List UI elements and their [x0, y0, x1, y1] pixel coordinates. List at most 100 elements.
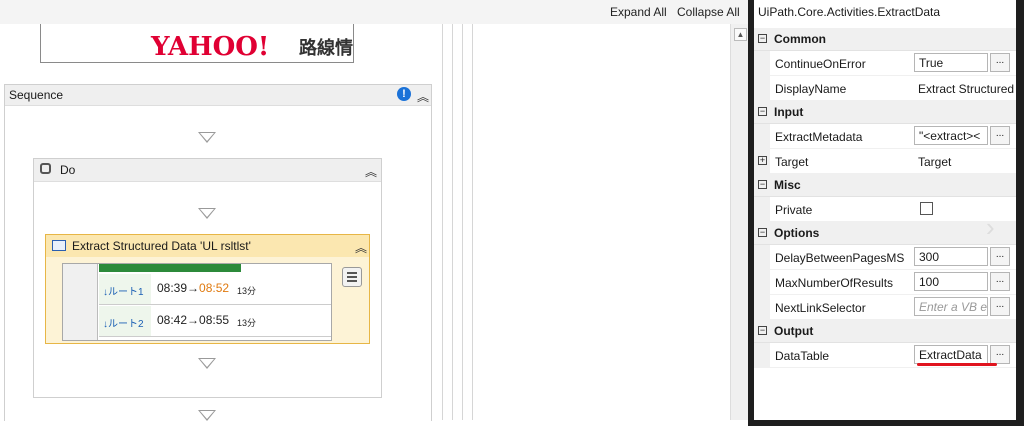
extract-metadata-input[interactable]: "<extract><	[914, 126, 988, 145]
drop-target-arrow-icon[interactable]	[198, 208, 216, 219]
route-time: 08:42→08:55	[157, 313, 230, 327]
table-icon	[52, 240, 66, 251]
divider	[462, 24, 463, 420]
property-row-next-link: NextLinkSelector Enter a VB e ...	[754, 295, 1016, 320]
category-label: Common	[774, 32, 826, 46]
do-header[interactable]: Do ︽	[34, 159, 381, 182]
drop-target-arrow-icon[interactable]	[198, 410, 216, 421]
preview-row: ↓ルート2 08:42→08:55 13分	[99, 306, 331, 337]
collapse-category-icon[interactable]: −	[758, 180, 767, 189]
divider	[452, 24, 453, 420]
delay-input[interactable]: 300	[914, 247, 988, 266]
route-time: 08:39→08:52	[157, 281, 229, 295]
expression-editor-button[interactable]: ...	[990, 345, 1010, 364]
extract-data-activity[interactable]: Extract Structured Data 'UL rsltlst' ︽ ↓…	[45, 234, 370, 344]
drop-target-arrow-icon[interactable]	[198, 132, 216, 143]
expression-editor-button[interactable]: ...	[990, 126, 1010, 145]
route-duration: 13分	[237, 318, 257, 328]
preview-row: ↓ルート1 08:39→08:52 13分	[99, 274, 331, 305]
time-end: 08:52	[199, 281, 230, 295]
property-row-private: Private	[754, 197, 1016, 222]
designer-canvas-right[interactable]	[472, 24, 731, 420]
divider	[442, 24, 443, 420]
property-name: DisplayName	[775, 82, 847, 96]
route-label: ↓ルート1	[103, 287, 144, 298]
do-title: Do	[60, 163, 76, 177]
extract-header[interactable]: Extract Structured Data 'UL rsltlst' ︽	[46, 235, 369, 257]
category-output[interactable]: − Output	[754, 320, 1016, 343]
scroll-up-icon[interactable]: ▲	[734, 28, 747, 41]
property-name: DelayBetweenPagesMS	[775, 251, 905, 265]
category-label: Input	[774, 105, 804, 119]
sequence-header[interactable]: Sequence ! ︽	[5, 85, 431, 106]
row-gutter	[754, 197, 770, 221]
continue-on-error-input[interactable]: True	[914, 53, 988, 72]
expression-editor-button[interactable]: ...	[990, 53, 1010, 72]
yahoo-logo: YAHOO!	[151, 32, 270, 62]
property-row-max-results: MaxNumberOfResults 100 ...	[754, 270, 1016, 295]
category-options[interactable]: − Options	[754, 222, 1016, 245]
drop-target-arrow-icon[interactable]	[198, 358, 216, 369]
property-row-data-table: DataTable ExtractData ...	[754, 343, 1016, 368]
property-row-extract-metadata: ExtractMetadata "<extract>< ...	[754, 124, 1016, 149]
extract-collapse-icon[interactable]: ︽	[355, 239, 367, 256]
collapse-category-icon[interactable]: −	[758, 228, 767, 237]
property-name: ContinueOnError	[775, 57, 866, 71]
property-name: NextLinkSelector	[775, 301, 866, 315]
preview-sidebar	[63, 264, 98, 340]
sequence-title: Sequence	[9, 88, 64, 102]
activity-type-title: UiPath.Core.Activities.ExtractData	[758, 5, 941, 19]
category-misc[interactable]: − Misc	[754, 174, 1016, 197]
do-activity-icon	[40, 163, 51, 174]
screenshot-banner: YAHOO! 路線情	[40, 24, 354, 63]
private-checkbox[interactable]	[920, 202, 933, 215]
expression-editor-button[interactable]: ...	[990, 272, 1010, 291]
row-gutter	[754, 343, 770, 367]
collapse-all-button[interactable]: Collapse All	[677, 5, 740, 19]
collapse-category-icon[interactable]: −	[758, 326, 767, 335]
property-name: MaxNumberOfResults	[775, 276, 894, 290]
workflow-designer: Expand All Collapse All YAHOO! 路線情 Seque…	[0, 0, 748, 426]
chevron-right-icon[interactable]: ›	[986, 212, 995, 243]
collapse-category-icon[interactable]: −	[758, 34, 767, 43]
time-start: 08:39→	[157, 281, 200, 295]
target-value[interactable]: Target	[918, 155, 1016, 169]
preview-green-strip	[99, 264, 241, 272]
property-name: ExtractMetadata	[775, 130, 863, 144]
category-label: Output	[774, 324, 814, 338]
hamburger-menu-icon[interactable]	[342, 267, 362, 287]
expand-property-icon[interactable]: +	[758, 156, 767, 165]
next-link-input[interactable]: Enter a VB e	[914, 297, 988, 316]
category-label: Misc	[774, 178, 801, 192]
property-grid: − Common ContinueOnError True ... Displa…	[754, 28, 1016, 368]
property-row-target: + Target Target	[754, 149, 1016, 174]
row-gutter	[754, 270, 770, 294]
collapse-category-icon[interactable]: −	[758, 107, 767, 116]
category-input[interactable]: − Input	[754, 101, 1016, 124]
category-common[interactable]: − Common	[754, 28, 1016, 51]
row-gutter	[754, 51, 770, 75]
sequence-collapse-icon[interactable]: ︽	[417, 88, 429, 105]
category-label: Options	[774, 226, 820, 240]
extract-title: Extract Structured Data 'UL rsltlst'	[72, 239, 251, 253]
validation-warning-icon[interactable]: !	[397, 87, 411, 101]
display-name-input[interactable]: Extract Structured Data	[918, 82, 1016, 96]
property-name: DataTable	[775, 349, 830, 363]
banner-jp-text: 路線情	[299, 38, 353, 58]
property-row-display-name: DisplayName Extract Structured Data	[754, 76, 1016, 101]
data-table-input[interactable]: ExtractData	[914, 345, 988, 364]
red-underline-annotation	[917, 363, 997, 366]
row-gutter	[754, 76, 770, 100]
max-results-input[interactable]: 100	[914, 272, 988, 291]
property-row-delay: DelayBetweenPagesMS 300 ...	[754, 245, 1016, 270]
panel-edge	[1016, 0, 1024, 420]
vertical-scrollbar[interactable]: ▲	[730, 24, 748, 420]
do-collapse-icon[interactable]: ︽	[365, 163, 377, 180]
designer-toolbar: Expand All Collapse All	[0, 0, 748, 24]
expand-all-button[interactable]: Expand All	[610, 5, 667, 19]
row-gutter	[754, 245, 770, 269]
expression-editor-button[interactable]: ...	[990, 247, 1010, 266]
expression-editor-button[interactable]: ...	[990, 297, 1010, 316]
properties-panel: UiPath.Core.Activities.ExtractData − Com…	[754, 0, 1016, 420]
row-gutter	[754, 295, 770, 319]
